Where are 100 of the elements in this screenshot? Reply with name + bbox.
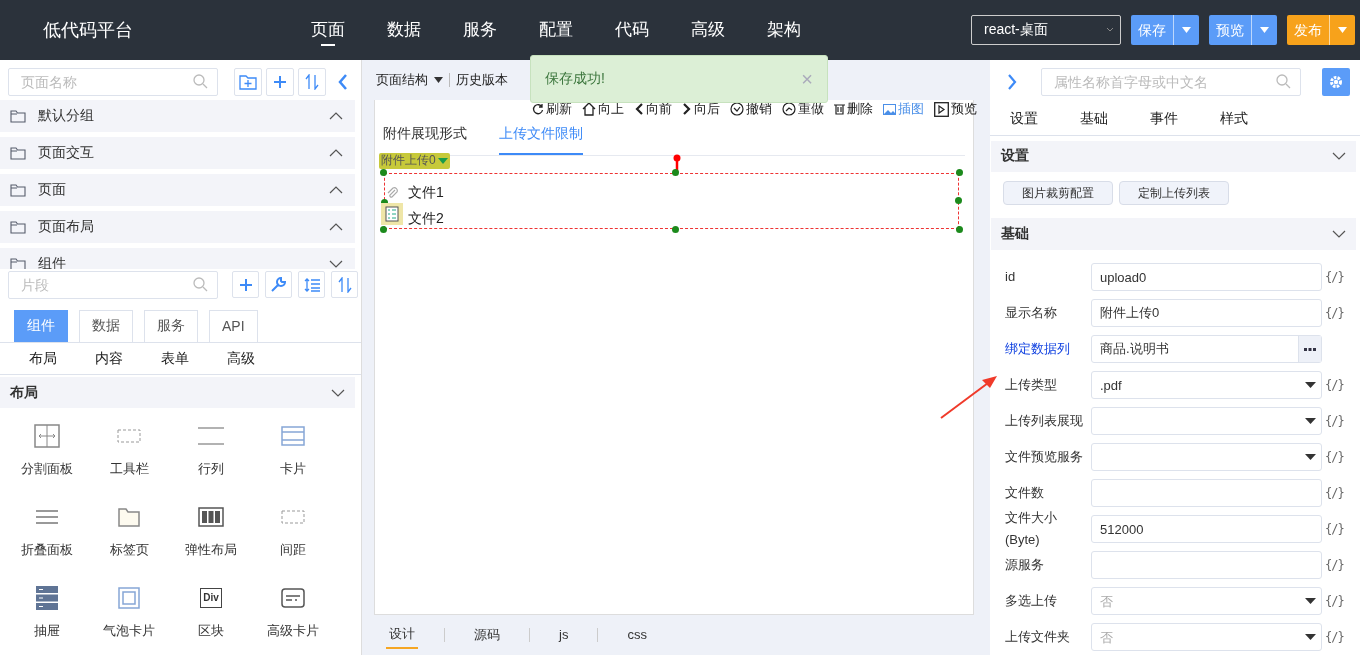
search-field[interactable]: 页面名称 [8,68,218,96]
resize-handle[interactable] [955,196,962,204]
component-tag[interactable]: 附件上传0 [379,152,450,169]
editor-tab[interactable]: 设计 [386,621,418,649]
add-button[interactable] [232,271,259,299]
input-field[interactable] [1091,479,1322,507]
card-icon[interactable] [281,586,305,610]
add-folder-button[interactable] [234,68,262,96]
square-icon[interactable] [118,586,140,610]
resize-handle[interactable] [956,225,963,233]
toolbar-action[interactable]: 撤销 [730,100,772,118]
binding-toggle[interactable]: {/} [1325,378,1344,392]
nav-item[interactable]: 页面 [311,0,387,60]
nav-item[interactable]: 数据 [387,0,463,60]
more-button[interactable] [1298,336,1321,362]
panel-tab[interactable]: API [209,309,258,342]
toolbar-menu[interactable]: 历史版本 [456,71,508,89]
binding-toggle[interactable]: {/} [1325,594,1344,608]
caret-icon[interactable] [1338,27,1347,33]
chevron-icon[interactable] [331,388,345,397]
toolbar-action[interactable]: 向后 [682,100,720,118]
div-icon[interactable]: Div [200,588,222,608]
property-tab[interactable]: 设置 [1010,109,1080,128]
field-link[interactable]: 绑定数据列 [1005,338,1091,360]
file-name[interactable]: 文件2 [408,209,444,228]
server-icon[interactable] [36,586,58,610]
platform-select[interactable]: react-桌面 [971,15,1121,45]
category-tab[interactable]: 布局 [10,349,76,368]
resize-handle[interactable] [380,225,387,233]
config-button[interactable]: 图片裁剪配置 [1003,181,1113,206]
section-header[interactable]: 基础 [991,218,1356,250]
toolbar-action[interactable]: 向上 [582,100,624,118]
toolbar-action[interactable]: 向前 [634,100,672,118]
chevron-icon[interactable] [329,112,343,120]
page-group[interactable]: 默认分组 [0,100,355,132]
folder-icon[interactable] [118,505,140,529]
caret-icon[interactable] [1260,27,1269,33]
file-name[interactable]: 文件1 [408,183,444,202]
select-field[interactable] [1091,407,1322,435]
category-tab[interactable]: 高级 [208,349,274,368]
resize-handle[interactable] [956,168,963,176]
binding-toggle[interactable]: {/} [1325,630,1344,644]
search-field[interactable]: 属性名称首字母或中文名 [1041,67,1301,96]
page-group[interactable]: 页面交互 [0,137,355,169]
input-field[interactable]: 附件上传0 [1091,299,1322,327]
toolbar-action[interactable]: 删除 [834,100,873,118]
section-header[interactable]: 设置 [991,140,1356,173]
input-field[interactable]: upload0 [1091,263,1322,291]
split-panel-icon[interactable] [34,424,60,448]
toolbar-action[interactable]: 插图 [883,100,924,118]
binding-toggle[interactable]: {/} [1325,522,1344,536]
resize-handle[interactable] [671,168,679,176]
select-field[interactable] [1091,443,1322,471]
toolbar-action[interactable]: 刷新 [532,100,572,118]
chevron-icon[interactable] [1332,230,1346,239]
sort-button[interactable] [298,68,326,96]
add-button[interactable] [266,68,294,96]
search-field[interactable]: 片段 [8,270,218,299]
binding-toggle[interactable]: {/} [1325,414,1344,428]
property-tab[interactable]: 基础 [1080,109,1150,128]
config-icon[interactable] [381,202,403,225]
binding-toggle[interactable]: {/} [1325,270,1344,284]
config-button[interactable]: 定制上传列表 [1119,181,1229,206]
binding-toggle[interactable]: {/} [1325,486,1344,500]
lines-icon[interactable] [198,424,224,448]
panel-tab[interactable]: 服务 [144,309,198,342]
category-tab[interactable]: 内容 [76,349,142,368]
toolbar-action[interactable]: 预览 [934,100,977,118]
binding-toggle[interactable]: {/} [1325,450,1344,464]
expand-icon[interactable] [1008,73,1017,90]
editor-tab[interactable]: 源码 [471,622,503,648]
binding-toggle[interactable]: {/} [1325,306,1344,320]
columns-icon[interactable] [198,505,224,529]
resize-handle[interactable] [671,225,679,233]
settings-button[interactable] [1322,67,1350,96]
canvas-tab[interactable]: 上传文件限制 [499,122,583,155]
binding-toggle[interactable]: {/} [1325,558,1344,572]
editor-tab[interactable]: js [556,622,572,648]
chevron-icon[interactable] [329,260,343,268]
page-group[interactable]: 页面 [0,174,355,206]
nav-item[interactable]: 服务 [463,0,539,60]
select-field[interactable]: 否 [1091,623,1322,651]
chevron-icon[interactable] [329,149,343,157]
select-field[interactable]: 否 [1091,587,1322,615]
chevron-icon[interactable] [329,223,343,231]
toolbar-menu[interactable]: 页面结构 [376,71,443,89]
panel-tab[interactable]: 数据 [79,309,133,342]
caret-icon[interactable] [1182,27,1191,33]
page-group[interactable]: 页面布局 [0,211,355,243]
chevron-icon[interactable] [1332,152,1346,161]
resize-handle[interactable] [380,168,387,176]
canvas-tab[interactable]: 附件展现形式 [383,122,467,155]
editor-tab[interactable]: css [624,622,650,648]
collapse-icon[interactable] [338,74,348,90]
input-field[interactable] [1091,551,1322,579]
property-tab[interactable]: 事件 [1150,109,1220,128]
category-tab[interactable]: 表单 [142,349,208,368]
select-field[interactable]: .pdf [1091,371,1322,399]
wrench-button[interactable] [265,271,292,299]
section-header[interactable]: 布局 [0,377,355,408]
